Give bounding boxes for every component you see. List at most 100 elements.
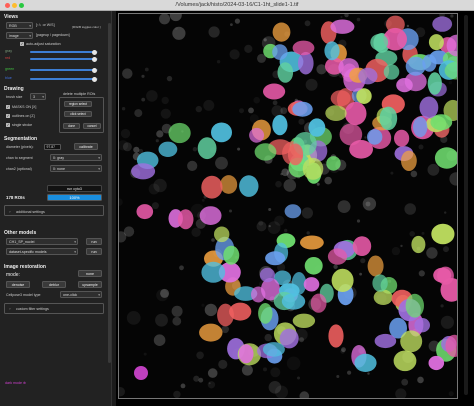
dark-mode-toggle[interactable]: dark mode ⊕ [5, 381, 26, 385]
cell-mask[interactable] [339, 123, 363, 146]
run-model-button[interactable]: run cyto3 [47, 185, 102, 192]
cell-mask[interactable] [136, 204, 154, 220]
cell-mask[interactable] [330, 90, 351, 107]
cell-mask[interactable] [428, 34, 444, 51]
cell-mask[interactable] [158, 141, 178, 157]
cell-mask[interactable] [328, 324, 344, 348]
custom-model-select[interactable]: CH1_SP_nuclei ▾ [6, 238, 78, 245]
cell-mask[interactable] [272, 22, 291, 42]
cell-mask[interactable] [434, 147, 458, 169]
cell-mask[interactable] [308, 118, 326, 137]
chan-segment-select[interactable]: 0: gray ▾ [50, 154, 102, 161]
cell-mask[interactable] [331, 268, 354, 292]
dataset-model-select[interactable]: dataset-specific models ▾ [6, 248, 78, 255]
cell-mask[interactable] [177, 209, 194, 230]
view-mode-select[interactable]: RGB ▾ [6, 22, 33, 29]
cell-mask[interactable] [324, 41, 340, 61]
cell-mask[interactable] [427, 72, 442, 95]
cell-mask[interactable] [217, 303, 234, 327]
brush-size-select[interactable]: 3 ▾ [30, 93, 46, 100]
cell-mask[interactable] [249, 127, 265, 143]
cell-mask[interactable] [238, 344, 254, 364]
cell-mask[interactable] [394, 129, 410, 147]
diameter-input[interactable]: 97.87 [44, 144, 61, 150]
cell-mask[interactable] [432, 16, 453, 32]
segmentation-canvas[interactable] [118, 13, 458, 399]
cell-mask[interactable] [263, 83, 286, 100]
cell-mask[interactable] [281, 293, 306, 310]
cell-mask[interactable] [303, 277, 320, 292]
cell-mask[interactable] [419, 96, 439, 119]
cell-mask[interactable] [277, 62, 294, 83]
cell-mask[interactable] [259, 267, 275, 283]
cell-mask[interactable] [367, 255, 384, 277]
cell-mask[interactable] [374, 333, 397, 349]
cell-mask[interactable] [400, 330, 423, 353]
cell-mask[interactable] [251, 286, 266, 303]
cell-mask[interactable] [433, 267, 452, 283]
cell-mask[interactable] [413, 116, 428, 138]
cell-mask[interactable] [211, 122, 232, 143]
cell-mask[interactable] [272, 44, 288, 60]
denoise-button[interactable]: denoise [6, 281, 30, 288]
run-custom-model-button[interactable]: run [86, 238, 102, 245]
custom-filter-toggle[interactable]: custom filter settings [16, 307, 49, 311]
cell-mask[interactable] [325, 105, 347, 121]
cell-mask[interactable] [354, 353, 377, 372]
single-stroke-checkbox[interactable]: ✓ [6, 123, 10, 127]
cell-mask[interactable] [239, 175, 259, 197]
deblur-button[interactable]: deblur [42, 281, 66, 288]
slider-handle[interactable] [92, 56, 98, 62]
cell-mask[interactable] [411, 235, 426, 254]
cell-mask[interactable] [367, 129, 383, 145]
cell-mask[interactable] [431, 223, 455, 245]
cell-mask[interactable] [300, 235, 324, 250]
cell-mask[interactable] [310, 293, 327, 313]
cell-mask[interactable] [272, 114, 288, 136]
cell-mask[interactable] [428, 355, 445, 371]
cell-mask[interactable] [258, 303, 273, 324]
cell-mask[interactable] [220, 175, 238, 194]
region-select-button[interactable]: region select [64, 101, 92, 107]
cell-mask[interactable] [304, 257, 323, 275]
cell-mask[interactable] [379, 106, 398, 131]
cell-mask[interactable] [292, 101, 313, 117]
calibrate-button[interactable]: calibrate [74, 143, 98, 150]
cell-mask[interactable] [358, 67, 378, 85]
cell-mask[interactable] [344, 101, 367, 126]
cell-mask[interactable] [201, 261, 226, 283]
restore-none-button-alt[interactable]: none [78, 270, 102, 277]
green-slider[interactable] [30, 67, 98, 73]
cell-mask[interactable] [168, 122, 191, 144]
cell-mask[interactable] [287, 143, 304, 166]
cell-mask[interactable] [134, 366, 148, 380]
slider-handle[interactable] [92, 67, 98, 73]
cell-mask[interactable] [197, 137, 217, 160]
image-view-select[interactable]: image ▾ [6, 32, 33, 39]
cell-mask[interactable] [352, 236, 372, 256]
cell-mask[interactable] [372, 274, 388, 292]
image-viewport[interactable] [116, 11, 474, 406]
cell-mask[interactable] [199, 323, 223, 342]
cell-mask[interactable] [383, 64, 400, 80]
click-select-button[interactable]: click select [64, 111, 92, 117]
chan2-select[interactable]: 0: none ▾ [50, 165, 102, 172]
cell-mask[interactable] [131, 163, 156, 180]
cell-mask[interactable] [254, 143, 277, 161]
auto-adjust-checkbox[interactable]: ✓ [20, 42, 24, 46]
cell-mask[interactable] [199, 206, 222, 226]
run-dataset-model-button[interactable]: run [86, 248, 102, 255]
slider-handle[interactable] [92, 76, 98, 82]
cell-mask[interactable] [327, 248, 348, 265]
cell-mask[interactable] [284, 204, 302, 219]
cell-mask[interactable] [393, 350, 417, 372]
chevron-right-icon[interactable]: › [8, 307, 12, 311]
upsample-button[interactable]: upsample [78, 281, 102, 288]
cell-mask[interactable] [201, 175, 223, 199]
outlines-checkbox[interactable]: ✓ [6, 114, 10, 118]
cell-mask[interactable] [326, 156, 341, 171]
viewport-scrollbar[interactable] [464, 15, 468, 395]
cell-mask[interactable] [265, 251, 286, 266]
cell-mask[interactable] [405, 293, 424, 318]
done-button[interactable]: done [63, 123, 80, 129]
